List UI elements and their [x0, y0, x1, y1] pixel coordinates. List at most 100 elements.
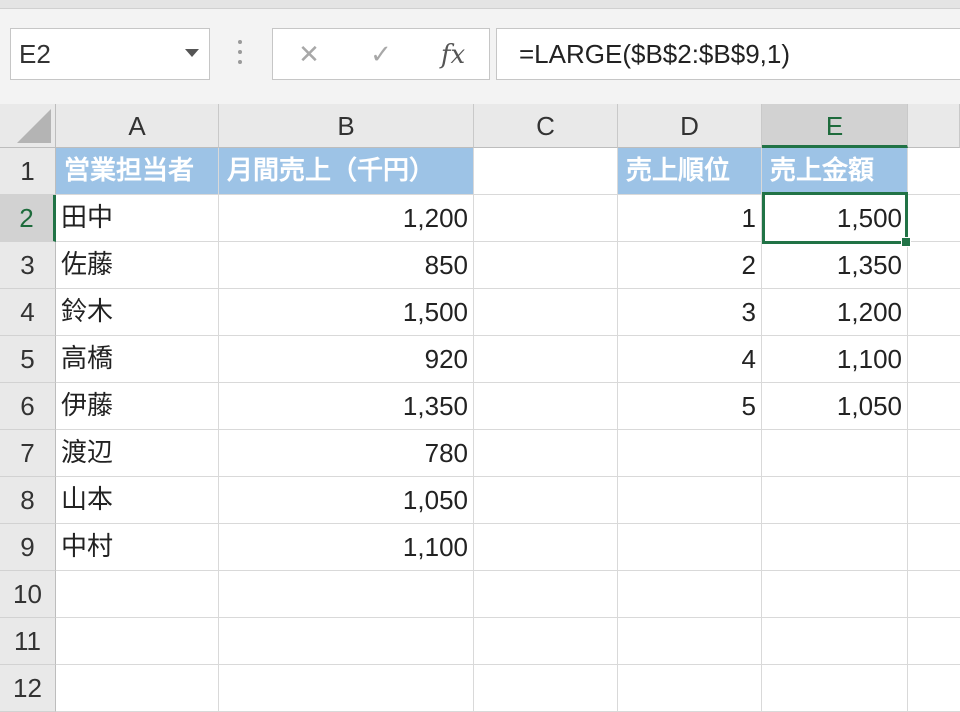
cell-A10[interactable] — [56, 571, 219, 618]
cell-filler[interactable] — [908, 665, 960, 712]
ribbon-edge — [0, 0, 960, 9]
column-header-D[interactable]: D — [618, 104, 762, 148]
cell-E3[interactable]: 1,350 — [762, 242, 908, 289]
cell-D5[interactable]: 4 — [618, 336, 762, 383]
row-header-1[interactable]: 1 — [0, 148, 56, 195]
confirm-icon[interactable]: ✓ — [361, 35, 401, 75]
cell-E6[interactable]: 1,050 — [762, 383, 908, 430]
cell-C10[interactable] — [474, 571, 618, 618]
cell-E12[interactable] — [762, 665, 908, 712]
cell-C5[interactable] — [474, 336, 618, 383]
select-all-button[interactable] — [0, 104, 56, 148]
row-header-12[interactable]: 12 — [0, 665, 56, 712]
cell-B1[interactable]: 月間売上（千円） — [219, 148, 474, 195]
cell-D7[interactable] — [618, 430, 762, 477]
cell-D11[interactable] — [618, 618, 762, 665]
cell-A7[interactable]: 渡辺 — [56, 430, 219, 477]
cell-A5[interactable]: 高橋 — [56, 336, 219, 383]
row-header-7[interactable]: 7 — [0, 430, 56, 477]
cell-B8[interactable]: 1,050 — [219, 477, 474, 524]
cell-B6[interactable]: 1,350 — [219, 383, 474, 430]
cell-E8[interactable] — [762, 477, 908, 524]
cell-B5[interactable]: 920 — [219, 336, 474, 383]
cell-D6[interactable]: 5 — [618, 383, 762, 430]
cell-A11[interactable] — [56, 618, 219, 665]
cell-E10[interactable] — [762, 571, 908, 618]
cell-A1[interactable]: 営業担当者 — [56, 148, 219, 195]
cell-D1[interactable]: 売上順位 — [618, 148, 762, 195]
row-header-11[interactable]: 11 — [0, 618, 56, 665]
cell-filler[interactable] — [908, 242, 960, 289]
row-header-2[interactable]: 2 — [0, 195, 56, 242]
cell-C2[interactable] — [474, 195, 618, 242]
cell-D8[interactable] — [618, 477, 762, 524]
formula-input[interactable]: =LARGE($B$2:$B$9,1) — [496, 28, 960, 80]
cell-filler[interactable] — [908, 148, 960, 195]
cell-C1[interactable] — [474, 148, 618, 195]
cell-filler[interactable] — [908, 289, 960, 336]
insert-function-button[interactable]: fx — [433, 35, 473, 75]
cell-A2[interactable]: 田中 — [56, 195, 219, 242]
cell-filler[interactable] — [908, 195, 960, 242]
cell-A8[interactable]: 山本 — [56, 477, 219, 524]
cell-A4[interactable]: 鈴木 — [56, 289, 219, 336]
cell-B9[interactable]: 1,100 — [219, 524, 474, 571]
chevron-down-icon[interactable] — [185, 49, 199, 57]
cell-E9[interactable] — [762, 524, 908, 571]
row-header-5[interactable]: 5 — [0, 336, 56, 383]
cell-filler[interactable] — [908, 524, 960, 571]
cell-E11[interactable] — [762, 618, 908, 665]
cell-filler[interactable] — [908, 430, 960, 477]
cell-A3[interactable]: 佐藤 — [56, 242, 219, 289]
column-header-C[interactable]: C — [474, 104, 618, 148]
cell-filler[interactable] — [908, 336, 960, 383]
cell-B4[interactable]: 1,500 — [219, 289, 474, 336]
cell-D4[interactable]: 3 — [618, 289, 762, 336]
cell-D3[interactable]: 2 — [618, 242, 762, 289]
cell-C11[interactable] — [474, 618, 618, 665]
row-header-6[interactable]: 6 — [0, 383, 56, 430]
row-header-3[interactable]: 3 — [0, 242, 56, 289]
cell-E1[interactable]: 売上金額 — [762, 148, 908, 195]
name-box[interactable]: E2 — [10, 28, 210, 80]
row-header-8[interactable]: 8 — [0, 477, 56, 524]
column-header-E[interactable]: E — [762, 104, 908, 148]
cell-filler[interactable] — [908, 383, 960, 430]
formula-text: =LARGE($B$2:$B$9,1) — [519, 39, 790, 69]
cell-D2[interactable]: 1 — [618, 195, 762, 242]
cell-A9[interactable]: 中村 — [56, 524, 219, 571]
cell-filler[interactable] — [908, 477, 960, 524]
cell-C8[interactable] — [474, 477, 618, 524]
cell-E4[interactable]: 1,200 — [762, 289, 908, 336]
cell-E2[interactable]: 1,500 — [762, 195, 908, 242]
column-header-filler — [908, 104, 960, 148]
cell-C6[interactable] — [474, 383, 618, 430]
column-header-A[interactable]: A — [56, 104, 219, 148]
cell-A6[interactable]: 伊藤 — [56, 383, 219, 430]
cell-C7[interactable] — [474, 430, 618, 477]
cell-B11[interactable] — [219, 618, 474, 665]
cell-B12[interactable] — [219, 665, 474, 712]
cell-C3[interactable] — [474, 242, 618, 289]
column-header-B[interactable]: B — [219, 104, 474, 148]
cell-B3[interactable]: 850 — [219, 242, 474, 289]
cell-E7[interactable] — [762, 430, 908, 477]
cell-B10[interactable] — [219, 571, 474, 618]
cell-E5[interactable]: 1,100 — [762, 336, 908, 383]
cell-C9[interactable] — [474, 524, 618, 571]
row-header-4[interactable]: 4 — [0, 289, 56, 336]
drag-handle-icon[interactable] — [236, 40, 244, 70]
cell-C4[interactable] — [474, 289, 618, 336]
row-header-9[interactable]: 9 — [0, 524, 56, 571]
cell-C12[interactable] — [474, 665, 618, 712]
cell-D9[interactable] — [618, 524, 762, 571]
cell-B7[interactable]: 780 — [219, 430, 474, 477]
row-header-10[interactable]: 10 — [0, 571, 56, 618]
cancel-icon[interactable]: ✕ — [289, 35, 329, 75]
cell-filler[interactable] — [908, 618, 960, 665]
cell-filler[interactable] — [908, 571, 960, 618]
cell-A12[interactable] — [56, 665, 219, 712]
cell-D12[interactable] — [618, 665, 762, 712]
cell-B2[interactable]: 1,200 — [219, 195, 474, 242]
cell-D10[interactable] — [618, 571, 762, 618]
